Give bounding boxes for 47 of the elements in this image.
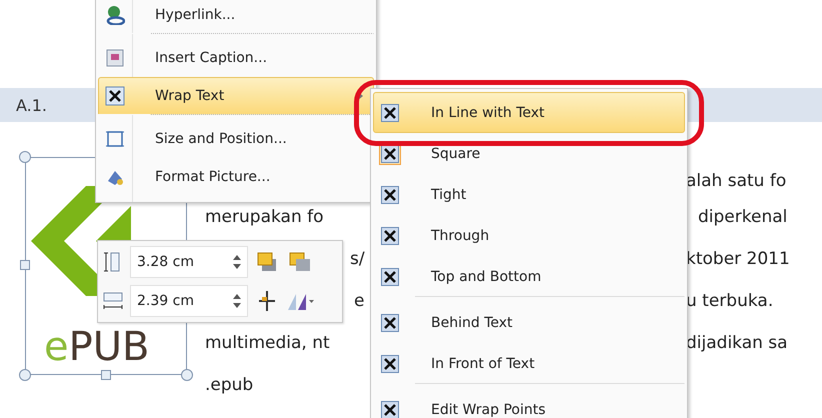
menu-item[interactable]: Insert Caption... bbox=[98, 39, 374, 77]
body-text: dijadikan sa bbox=[686, 332, 788, 354]
wrap-icon bbox=[381, 354, 399, 372]
send-backward-icon bbox=[288, 251, 312, 273]
spinner-icon bbox=[233, 294, 241, 308]
frame-icon bbox=[105, 129, 125, 149]
wrap-icon bbox=[381, 314, 399, 332]
wrap-icon bbox=[381, 226, 399, 244]
body-text: diperkenal bbox=[698, 206, 788, 228]
menu-item[interactable]: Hyperlink... bbox=[98, 0, 374, 34]
wrap-icon bbox=[381, 400, 399, 418]
size-field[interactable]: 3.28 cm bbox=[130, 246, 248, 278]
resize-handle[interactable] bbox=[20, 260, 30, 270]
body-text: .epub bbox=[205, 374, 254, 396]
menu-item[interactable]: Tight bbox=[373, 174, 685, 215]
body-text: ktober 2011 bbox=[686, 248, 790, 270]
size-field[interactable]: 2.39 cm bbox=[130, 285, 248, 317]
menu-item[interactable]: Format Picture... bbox=[98, 158, 374, 196]
wrap-icon bbox=[381, 104, 399, 122]
globe-link-icon bbox=[105, 5, 125, 25]
resize-handle[interactable] bbox=[181, 369, 193, 381]
resize-handle[interactable] bbox=[19, 151, 31, 163]
body-text: e bbox=[354, 290, 364, 312]
resize-handle[interactable] bbox=[19, 369, 31, 381]
heading-number: A.1. bbox=[16, 96, 48, 114]
spinner-icon bbox=[233, 255, 241, 269]
menu-item[interactable]: Behind Text bbox=[373, 302, 685, 343]
menu-item[interactable]: Through bbox=[373, 215, 685, 256]
wrap-icon bbox=[381, 186, 399, 204]
logo-text: ePUB bbox=[44, 327, 150, 367]
width-icon bbox=[102, 290, 124, 312]
caption-icon bbox=[105, 48, 125, 68]
menu-item[interactable]: In Line with Text bbox=[373, 92, 685, 133]
body-text: s/ bbox=[350, 248, 365, 270]
menu-item[interactable]: Square bbox=[373, 133, 685, 174]
body-text: multimedia, nt bbox=[205, 332, 330, 354]
wrap-icon bbox=[105, 86, 125, 106]
menu-item[interactable]: Top and Bottom bbox=[373, 256, 685, 297]
align-icon bbox=[256, 290, 278, 312]
body-text: alah satu fo bbox=[686, 170, 786, 192]
resize-handle[interactable] bbox=[101, 370, 111, 380]
body-text: merupakan fo bbox=[205, 206, 324, 228]
wrap-icon bbox=[381, 268, 399, 286]
menu-item[interactable]: Edit Wrap Points bbox=[373, 389, 685, 418]
wrap-icon bbox=[381, 144, 399, 162]
menu-item[interactable]: Size and Position... bbox=[98, 120, 374, 158]
menu-item[interactable]: In Front of Text bbox=[373, 343, 685, 384]
